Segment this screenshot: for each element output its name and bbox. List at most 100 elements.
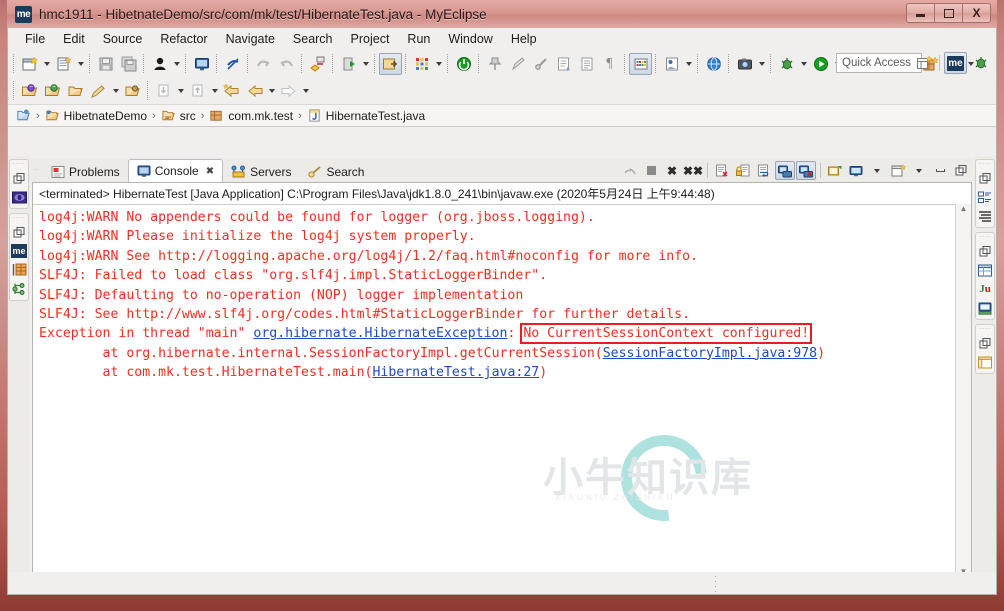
breadcrumb-item-workspace[interactable]	[16, 108, 31, 123]
snapshot-icon[interactable]	[733, 53, 756, 75]
back-dropdown-arrow[interactable]	[266, 80, 277, 102]
open-console-dropdown-arrow[interactable]	[909, 161, 929, 180]
new-wizard-icon[interactable]	[18, 53, 41, 75]
undo-icon[interactable]	[252, 53, 275, 75]
menu-search[interactable]: Search	[284, 30, 342, 48]
restore-icon[interactable]	[11, 224, 27, 240]
scroll-up-arrow[interactable]: ▲	[960, 204, 968, 213]
save-icon[interactable]	[94, 53, 117, 75]
close-icon[interactable]: ✖	[206, 166, 214, 177]
maximize-button[interactable]	[934, 3, 963, 23]
list-icon[interactable]	[575, 53, 598, 75]
clear-console-icon[interactable]	[712, 161, 732, 180]
status-grip[interactable]: · · · ·	[714, 572, 717, 596]
console-vertical-scrollbar[interactable]: ▲ ▼	[955, 204, 971, 576]
display-selected-dropdown-arrow[interactable]	[867, 161, 887, 180]
restore-icon[interactable]	[977, 243, 993, 259]
task-list-icon[interactable]	[977, 208, 993, 224]
console-icon[interactable]	[190, 53, 213, 75]
restore-icon[interactable]	[977, 170, 993, 186]
menu-window[interactable]: Window	[439, 30, 501, 48]
no-link-icon[interactable]	[221, 53, 244, 75]
snapshot-dropdown-arrow[interactable]	[756, 53, 767, 75]
open-console-icon[interactable]	[888, 161, 908, 180]
script-icon[interactable]	[552, 53, 575, 75]
upload-icon[interactable]	[186, 80, 209, 102]
run-icon[interactable]	[809, 53, 832, 75]
debug-perspective-icon[interactable]	[969, 52, 992, 74]
snippets-icon[interactable]	[977, 300, 993, 316]
maximize-view-icon[interactable]	[951, 161, 971, 180]
rail-drag-handle[interactable]: ····	[979, 326, 991, 332]
new-dropdown-arrow[interactable]	[41, 53, 52, 75]
package-icon[interactable]	[121, 80, 144, 102]
junit-icon[interactable]: Ju	[977, 281, 993, 297]
console-output-area[interactable]: <terminated> HibernateTest [Java Applica…	[32, 182, 972, 593]
pin-icon[interactable]	[483, 53, 506, 75]
open-type-icon[interactable]	[18, 80, 41, 102]
hierarchy-icon[interactable]	[11, 281, 27, 297]
export-icon[interactable]	[660, 53, 683, 75]
user-icon[interactable]	[148, 53, 171, 75]
rail-drag-handle[interactable]: ····	[13, 161, 25, 167]
rail-drag-handle[interactable]: ····	[979, 234, 991, 240]
tab-search[interactable]: Search	[299, 161, 372, 182]
breadcrumb-item-project[interactable]: HibetnateDemo	[45, 108, 147, 123]
run-server-dropdown-arrow[interactable]	[360, 53, 371, 75]
breadcrumb-item-package[interactable]: com.mk.test	[209, 108, 293, 123]
menu-file[interactable]: File	[16, 30, 54, 48]
stack-trace-link[interactable]: org.hibernate.HibernateException	[253, 326, 507, 341]
debug-dropdown-arrow[interactable]	[798, 53, 809, 75]
forward-icon[interactable]	[277, 80, 300, 102]
db-browser-icon[interactable]	[11, 262, 27, 278]
pin-console-icon[interactable]	[825, 161, 845, 180]
grid-colors-icon[interactable]	[629, 52, 652, 75]
rail-drag-handle[interactable]: ····	[13, 215, 25, 221]
tab-console[interactable]: Console ✖	[127, 159, 224, 182]
link-broken-icon[interactable]	[620, 161, 640, 180]
minimize-view-icon[interactable]	[930, 161, 950, 180]
power-icon[interactable]	[452, 53, 475, 75]
save-all-icon[interactable]	[117, 53, 140, 75]
new-file-dropdown-arrow[interactable]	[75, 53, 86, 75]
word-wrap-icon[interactable]	[754, 161, 774, 180]
export-dropdown-arrow[interactable]	[683, 53, 694, 75]
new-perspective-icon[interactable]	[912, 52, 935, 74]
close-button[interactable]: X	[962, 3, 991, 23]
run-server-icon[interactable]	[337, 53, 360, 75]
new-file-icon[interactable]	[52, 53, 75, 75]
quick-access-field[interactable]: Quick Access	[836, 53, 922, 73]
deploy-icon[interactable]	[306, 53, 329, 75]
tab-servers[interactable]: Servers	[223, 161, 299, 182]
back-star-icon[interactable]	[220, 80, 243, 102]
web-icon[interactable]	[702, 53, 725, 75]
view-drag-handle[interactable]: ··	[33, 167, 39, 173]
matrix-icon[interactable]	[410, 53, 433, 75]
matrix-dropdown-arrow[interactable]	[433, 53, 444, 75]
open-folder-icon[interactable]	[64, 80, 87, 102]
minimize-button[interactable]	[906, 3, 935, 23]
menu-navigate[interactable]: Navigate	[217, 30, 284, 48]
web-browser-icon[interactable]	[977, 354, 993, 370]
show-console-on-output-icon[interactable]	[775, 161, 795, 180]
download-dropdown-arrow[interactable]	[175, 80, 186, 102]
stack-trace-link[interactable]: HibernateTest.java:27	[372, 365, 539, 380]
console-text[interactable]: log4j:WARN No appenders could be found f…	[33, 204, 955, 576]
pen-icon[interactable]	[506, 53, 529, 75]
myeclipse-explorer-icon[interactable]: me	[11, 243, 27, 259]
debug-icon[interactable]	[775, 53, 798, 75]
properties-icon[interactable]	[977, 262, 993, 278]
menu-run[interactable]: Run	[398, 30, 439, 48]
breadcrumb-item-file[interactable]: HibernateTest.java	[307, 108, 425, 123]
menu-help[interactable]: Help	[502, 30, 546, 48]
stack-trace-link[interactable]: SessionFactoryImpl.java:978	[603, 346, 817, 361]
package-explorer-icon[interactable]	[11, 189, 27, 205]
terminate-icon[interactable]	[641, 161, 661, 180]
back-icon[interactable]	[243, 80, 266, 102]
remove-launch-icon[interactable]: ✖	[662, 161, 682, 180]
user-dropdown-arrow[interactable]	[171, 53, 182, 75]
outline-icon[interactable]	[977, 189, 993, 205]
rail-drag-handle[interactable]: ····	[979, 161, 991, 167]
download-icon[interactable]	[152, 80, 175, 102]
pencil-dropdown-arrow[interactable]	[110, 80, 121, 102]
